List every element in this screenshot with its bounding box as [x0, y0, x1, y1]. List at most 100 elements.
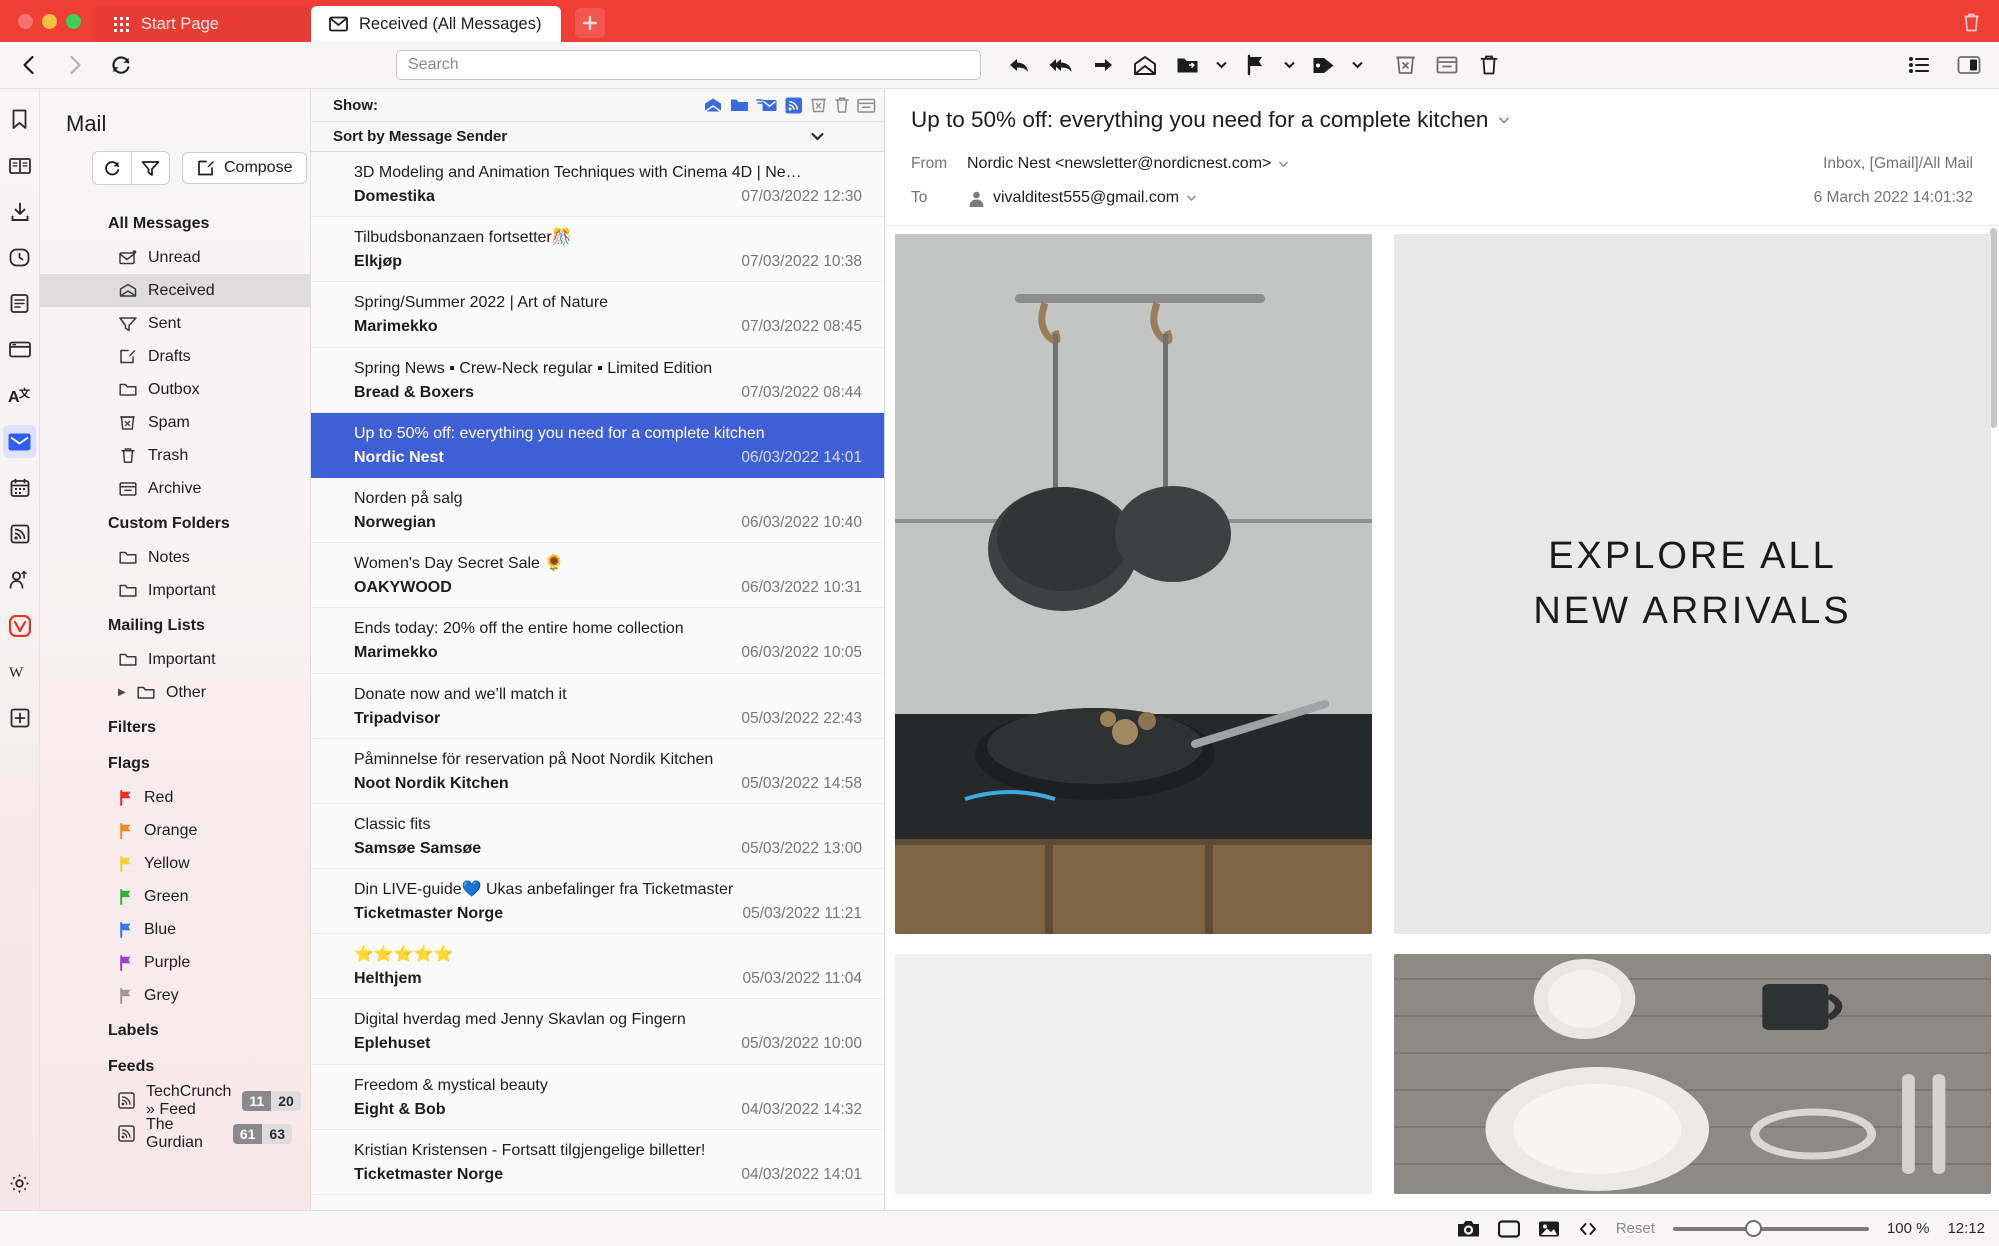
search-input[interactable] [396, 50, 981, 80]
reload-button[interactable] [101, 45, 141, 85]
reader-scrollbar[interactable] [1990, 228, 1997, 428]
filter-mail-button[interactable] [131, 152, 169, 184]
panel-button-vivaldi[interactable] [3, 609, 36, 642]
sidebar-flag-grey[interactable]: Grey [40, 979, 310, 1012]
sidebar-flag-yellow[interactable]: Yellow [40, 847, 310, 880]
panel-button-contacts[interactable] [3, 563, 36, 596]
developer-tools-button[interactable] [1578, 1221, 1598, 1237]
show-archive-filter[interactable] [857, 97, 876, 114]
sidebar-item-sent[interactable]: Sent [40, 307, 310, 340]
panel-button-calendar[interactable] [3, 471, 36, 504]
reply-button[interactable] [1000, 46, 1038, 84]
subject-dropdown-icon[interactable] [1498, 116, 1510, 125]
back-button[interactable] [9, 45, 49, 85]
sidebar-item-trash[interactable]: Trash [40, 439, 310, 472]
panel-button-reading-list[interactable] [3, 149, 36, 182]
images-toggle-button[interactable] [1538, 1220, 1560, 1238]
panel-button-bookmarks[interactable] [3, 103, 36, 136]
table-row[interactable]: Påminnelse för reservation på Noot Nordi… [311, 738, 884, 804]
panel-button-notes[interactable] [3, 287, 36, 320]
label-button[interactable] [1304, 46, 1342, 84]
from-dropdown-icon[interactable] [1278, 160, 1289, 168]
sidebar-item-drafts[interactable]: Drafts [40, 340, 310, 373]
panel-button-window[interactable] [3, 333, 36, 366]
show-received-filter[interactable] [703, 97, 723, 113]
tab-start-page[interactable]: Start Page [95, 6, 311, 42]
panel-button-add[interactable] [3, 701, 36, 734]
forward-button[interactable] [55, 45, 95, 85]
sidebar-flag-purple[interactable]: Purple [40, 946, 310, 979]
table-row[interactable]: ⭐⭐⭐⭐⭐ Helthjem 05/03/2022 11:04 [311, 934, 884, 1000]
table-row[interactable]: Up to 50% off: everything you need for a… [311, 412, 884, 478]
table-row[interactable]: Spring News ▪ Crew-Neck regular ▪ Limite… [311, 347, 884, 413]
sidebar-feed-the-gurdian[interactable]: The Gurdian 61 63 [40, 1116, 310, 1151]
sidebar-item-spam[interactable]: Spam [40, 406, 310, 439]
sort-options-button[interactable] [810, 132, 866, 141]
show-spam-filter[interactable] [810, 96, 827, 114]
capture-button[interactable] [1457, 1219, 1480, 1238]
forward-button[interactable] [1084, 46, 1122, 84]
thread-view-button[interactable] [1899, 45, 1939, 85]
show-sent-filter[interactable] [756, 97, 778, 113]
table-row[interactable]: Donate now and we’ll match it Tripadviso… [311, 673, 884, 739]
panel-button-mail[interactable] [3, 425, 36, 458]
flag-dropdown[interactable] [1278, 46, 1300, 84]
sort-bar[interactable]: Sort by Message Sender [311, 122, 884, 152]
move-to-folder-button[interactable] [1168, 46, 1206, 84]
flag-button[interactable] [1236, 46, 1274, 84]
show-folders-filter[interactable] [730, 97, 749, 113]
zoom-slider-handle[interactable] [1745, 1220, 1763, 1237]
show-trash-filter[interactable] [834, 96, 850, 114]
table-row[interactable]: 3D Modeling and Animation Techniques wit… [311, 152, 884, 218]
table-row[interactable]: Spring/Summer 2022 | Art of Nature Marim… [311, 282, 884, 348]
panel-button-wikipedia[interactable]: W [3, 655, 36, 688]
table-row[interactable]: Freedom & mystical beauty Eight & Bob 04/… [311, 1064, 884, 1130]
show-feeds-filter[interactable] [785, 97, 803, 114]
new-tab-button[interactable] [575, 8, 605, 38]
panel-button-downloads[interactable] [3, 195, 36, 228]
sidebar-item-outbox[interactable]: Outbox [40, 373, 310, 406]
panel-button-feeds[interactable] [3, 517, 36, 550]
maximize-window-button[interactable] [66, 14, 81, 29]
label-dropdown[interactable] [1346, 46, 1368, 84]
delete-button[interactable] [1470, 46, 1508, 84]
table-row[interactable]: Din LIVE-guide💙 Ukas anbefalinger fra Ti… [311, 869, 884, 935]
trash-icon[interactable] [1962, 12, 1981, 33]
to-dropdown-icon[interactable] [1186, 194, 1197, 202]
reply-all-button[interactable] [1042, 46, 1080, 84]
tiling-button[interactable] [1497, 1219, 1520, 1238]
sidebar-flag-red[interactable]: Red [40, 781, 310, 814]
expand-caret-icon[interactable]: ▶ [118, 687, 126, 698]
zoom-slider[interactable] [1672, 1220, 1869, 1237]
sidebar-item-mailing-important[interactable]: Important [40, 643, 310, 676]
table-row[interactable]: Tilbudsbonanzaen fortsetter🎊 Elkjøp 07/03… [311, 217, 884, 283]
compose-button[interactable]: Compose [182, 152, 308, 184]
sidebar-item-mailing-other[interactable]: ▶ Other [40, 676, 310, 709]
refresh-mail-button[interactable] [93, 152, 131, 184]
sidebar-item-unread[interactable]: Unread [40, 241, 310, 274]
panel-button-translate[interactable]: A 文 [3, 379, 36, 412]
mark-spam-button[interactable] [1386, 46, 1424, 84]
table-row[interactable]: Kristian Kristensen - Fortsatt tilgjenge… [311, 1129, 884, 1195]
sidebar-feed-techcrunch[interactable]: TechCrunch » Feed 11 20 [40, 1083, 310, 1118]
close-window-button[interactable] [18, 14, 33, 29]
table-row[interactable]: Digital hverdag med Jenny Skavlan og Fin… [311, 999, 884, 1065]
sidebar-flag-green[interactable]: Green [40, 880, 310, 913]
sidebar-item-notes[interactable]: Notes [40, 541, 310, 574]
panel-settings-button[interactable] [9, 1173, 30, 1210]
table-row[interactable]: Women's Day Secret Sale 🌻 OAKYWOOD 06/03/… [311, 543, 884, 609]
sidebar-flag-orange[interactable]: Orange [40, 814, 310, 847]
archive-button[interactable] [1428, 46, 1466, 84]
zoom-reset-button[interactable]: Reset [1616, 1220, 1655, 1237]
table-row[interactable]: Norden på salg Norwegian 06/03/2022 10:40 [311, 477, 884, 544]
tab-received-all-messages[interactable]: Received (All Messages) [311, 6, 561, 42]
table-row[interactable]: Classic fits Samsøe Samsøe 05/03/2022 13:… [311, 803, 884, 870]
table-row[interactable]: Ends today: 20% off the entire home coll… [311, 608, 884, 674]
explore-new-arrivals-banner[interactable]: EXPLORE ALL NEW ARRIVALS [1394, 234, 1991, 934]
sidebar-item-archive[interactable]: Archive [40, 472, 310, 505]
sidebar-item-custom-important[interactable]: Important [40, 574, 310, 607]
mark-unread-button[interactable] [1126, 46, 1164, 84]
panel-button-history[interactable] [3, 241, 36, 274]
minimize-window-button[interactable] [42, 14, 57, 29]
move-to-folder-dropdown[interactable] [1210, 46, 1232, 84]
